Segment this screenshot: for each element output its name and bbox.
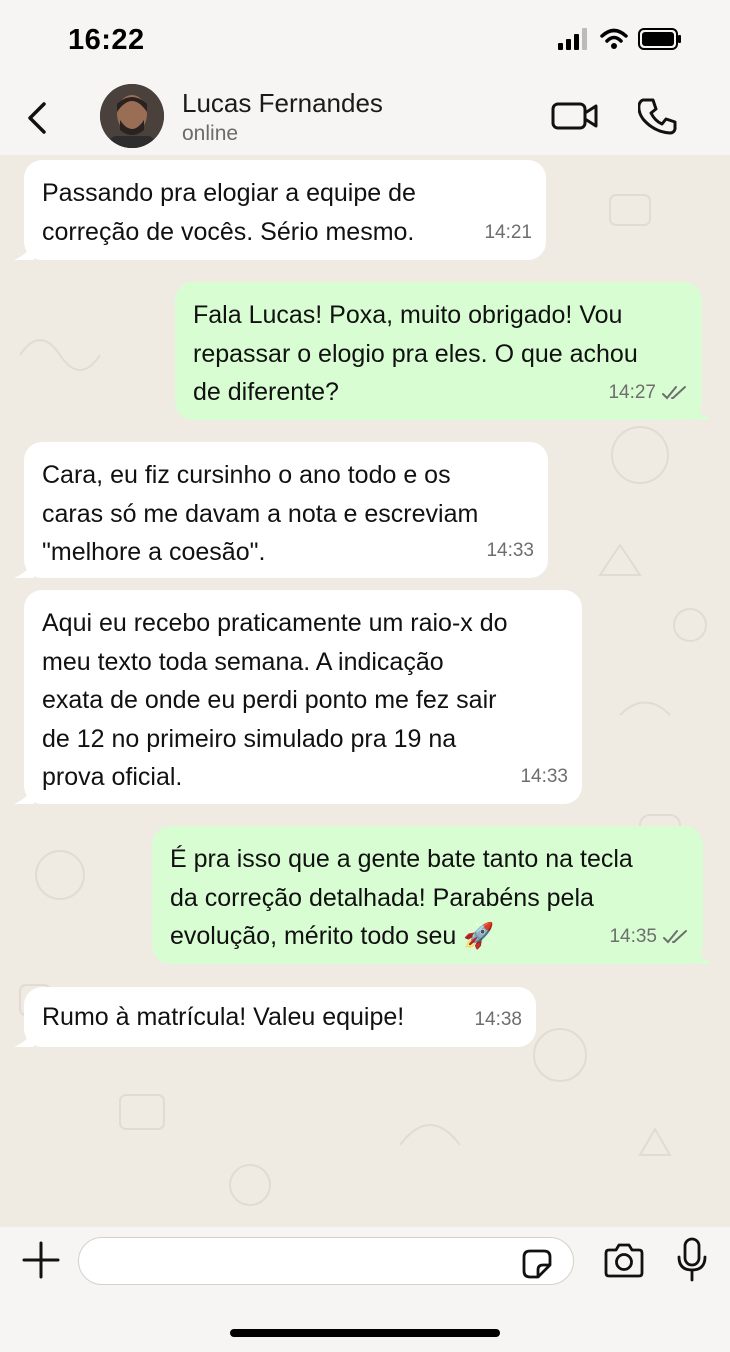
message-meta: 14:33 xyxy=(520,758,568,797)
message-text: Aqui eu recebo praticamente um raio-x do… xyxy=(42,609,508,791)
bubble-tail xyxy=(692,402,712,420)
message-bubble-outgoing[interactable]: Fala Lucas! Poxa, muito obrigado! Vou re… xyxy=(175,282,712,420)
message-text: Passando pra elogiar a equipe de correçã… xyxy=(42,179,416,246)
read-ticks-icon xyxy=(663,929,687,944)
message-time: 14:27 xyxy=(608,381,656,403)
sticker-icon[interactable] xyxy=(520,1247,554,1281)
status-time: 16:22 xyxy=(68,24,145,56)
bubble-tail xyxy=(14,786,34,804)
message-time: 14:33 xyxy=(520,765,568,787)
message-time: 14:33 xyxy=(486,539,534,561)
message-composer xyxy=(0,1227,730,1352)
bubble-tail xyxy=(14,560,34,578)
camera-icon[interactable] xyxy=(602,1243,646,1279)
contact-status: online xyxy=(182,122,239,145)
read-ticks-icon xyxy=(662,385,686,400)
message-text: Rumo à matrícula! Valeu equipe! xyxy=(42,1003,405,1031)
back-icon[interactable] xyxy=(22,98,52,138)
message-text: Cara, eu fiz cursinho o ano todo e os ca… xyxy=(42,461,479,566)
avatar[interactable] xyxy=(100,84,164,148)
message-input[interactable] xyxy=(78,1237,574,1285)
message-time: 14:38 xyxy=(474,1008,522,1030)
phone-icon[interactable] xyxy=(638,96,678,136)
message-bubble-incoming[interactable]: Rumo à matrícula! Valeu equipe! 14:38 xyxy=(14,987,536,1047)
plus-icon[interactable] xyxy=(22,1241,60,1279)
message-meta: 14:33 xyxy=(486,532,534,571)
contact-name[interactable]: Lucas Fernandes xyxy=(182,88,383,119)
signal-icon xyxy=(558,28,587,50)
chat-header: Lucas Fernandes online xyxy=(0,80,730,155)
microphone-icon[interactable] xyxy=(676,1237,708,1283)
message-meta: 14:21 xyxy=(484,214,532,253)
bubble-tail xyxy=(14,1029,34,1047)
video-call-icon[interactable] xyxy=(550,98,600,134)
message-bubble-incoming[interactable]: Aqui eu recebo praticamente um raio-x do… xyxy=(14,590,582,804)
message-meta: 14:38 xyxy=(474,1001,522,1040)
bubble-tail xyxy=(14,242,34,260)
status-icons xyxy=(558,28,682,50)
status-bar: 16:22 xyxy=(0,0,730,80)
message-text: É pra isso que a gente bate tanto na tec… xyxy=(170,845,633,950)
message-bubble-incoming[interactable]: Passando pra elogiar a equipe de correçã… xyxy=(14,160,546,260)
message-bubble-incoming[interactable]: Cara, eu fiz cursinho o ano todo e os ca… xyxy=(14,442,548,578)
message-time: 14:35 xyxy=(609,925,657,947)
avatar-picture xyxy=(100,84,164,148)
message-meta: 14:35 xyxy=(609,918,689,957)
battery-icon xyxy=(638,28,681,50)
message-bubble-outgoing[interactable]: É pra isso que a gente bate tanto na tec… xyxy=(152,826,713,964)
wifi-icon xyxy=(600,28,628,49)
bubble-tail xyxy=(693,946,713,964)
message-time: 14:21 xyxy=(484,221,532,243)
home-indicator[interactable] xyxy=(230,1329,500,1337)
message-meta: 14:27 xyxy=(608,374,688,413)
